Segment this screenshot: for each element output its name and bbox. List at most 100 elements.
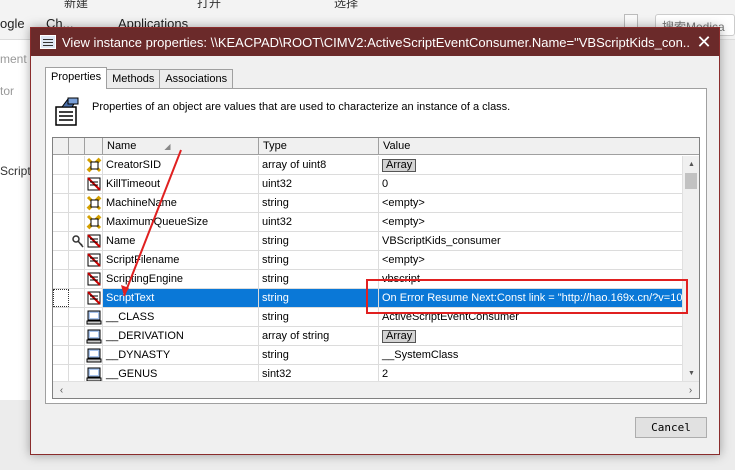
property-value-cell[interactable]: Array [379, 156, 683, 174]
column-header-name[interactable]: Name ◢ [103, 138, 259, 155]
row-selector[interactable] [53, 232, 69, 250]
row-selector[interactable] [53, 327, 69, 345]
scroll-thumb[interactable] [685, 173, 697, 189]
tab-methods[interactable]: Methods [106, 69, 161, 89]
sort-icon: ◢ [164, 142, 171, 151]
scroll-down-icon[interactable]: ▼ [683, 365, 699, 382]
property-name[interactable]: KillTimeout [103, 175, 259, 193]
column-header-name-label: Name [107, 140, 137, 152]
key-cell [69, 251, 85, 269]
key-cell [69, 156, 85, 174]
read-only-property-icon [85, 213, 103, 231]
column-header-type[interactable]: Type [259, 138, 379, 155]
property-value-cell[interactable]: VBScriptKids_consumer [379, 232, 683, 250]
property-value: __SystemClass [382, 349, 459, 361]
dialog-titlebar[interactable]: View instance properties: \\KEACPAD\ROOT… [31, 28, 719, 56]
property-name[interactable]: __DERIVATION [103, 327, 259, 345]
property-type: string [259, 308, 379, 326]
cancel-button[interactable]: Cancel [635, 417, 707, 438]
read-only-property-icon [85, 194, 103, 212]
property-type: string [259, 289, 379, 307]
property-type: string [259, 194, 379, 212]
key-cell [69, 346, 85, 364]
background-sidebar: ment tor ScriptK [0, 40, 39, 400]
key-cell [69, 232, 85, 250]
scroll-right-icon[interactable]: › [682, 382, 699, 398]
property-row[interactable]: __DYNASTY string __SystemClass [53, 346, 683, 365]
properties-description: Properties of an object are values that … [92, 101, 511, 113]
header-spacer [53, 138, 69, 155]
row-selector[interactable] [53, 251, 69, 269]
property-type: uint32 [259, 175, 379, 193]
background-text: 打开 [197, 0, 222, 10]
background-text: 选择 [334, 0, 359, 10]
property-name[interactable]: __CLASS [103, 308, 259, 326]
grid-header: Name ◢ Type Value [53, 138, 699, 155]
property-row[interactable]: CreatorSID array of uint8 Array [53, 156, 683, 175]
tab-properties[interactable]: Properties [45, 67, 108, 89]
property-name[interactable]: __DYNASTY [103, 346, 259, 364]
background-close-icon[interactable] [624, 14, 638, 28]
property-type: string [259, 270, 379, 288]
key-cell [69, 175, 85, 193]
background-tab[interactable]: ogle [0, 16, 25, 31]
property-type: array of string [259, 327, 379, 345]
dialog-title: View instance properties: \\KEACPAD\ROOT… [62, 34, 689, 50]
properties-info-icon [55, 97, 79, 126]
property-value: <empty> [382, 254, 425, 266]
key-cell [69, 194, 85, 212]
row-selector[interactable] [53, 346, 69, 364]
property-name[interactable]: ScriptingEngine [103, 270, 259, 288]
property-row[interactable]: MaximumQueueSize uint32 <empty> [53, 213, 683, 232]
window-icon [40, 35, 56, 49]
property-value: 0 [382, 178, 389, 190]
properties-panel: Properties of an object are values that … [45, 88, 707, 404]
background-text: 新建 [64, 0, 89, 10]
property-row[interactable]: KillTimeout uint32 0 [53, 175, 683, 194]
read-only-property-icon [85, 156, 103, 174]
background-text: ment [0, 52, 27, 66]
tab-strip: Properties Methods Associations [45, 67, 234, 89]
property-value-cell[interactable]: 0 [379, 175, 683, 193]
close-button[interactable]: ✕ [689, 28, 719, 56]
property-row[interactable]: Name string VBScriptKids_consumer [53, 232, 683, 251]
property-value-cell[interactable]: <empty> [379, 251, 683, 269]
property-name[interactable]: ScriptFilename [103, 251, 259, 269]
property-value-cell[interactable]: <empty> [379, 213, 683, 231]
tab-associations[interactable]: Associations [159, 69, 234, 89]
property-row[interactable]: MachineName string <empty> [53, 194, 683, 213]
property-type: string [259, 251, 379, 269]
property-icon [85, 270, 103, 288]
horizontal-scrollbar[interactable]: ‹ › [53, 381, 699, 398]
column-header-value[interactable]: Value [379, 138, 699, 155]
row-selector[interactable] [53, 270, 69, 288]
array-button[interactable]: Array [382, 159, 417, 172]
scroll-up-icon[interactable]: ▲ [683, 156, 699, 173]
header-spacer [69, 138, 85, 155]
row-selector[interactable] [53, 213, 69, 231]
property-row[interactable]: __DERIVATION array of string Array [53, 327, 683, 346]
row-selector[interactable] [53, 194, 69, 212]
property-row[interactable]: ScriptFilename string <empty> [53, 251, 683, 270]
property-value: <empty> [382, 197, 425, 209]
row-selector[interactable] [53, 156, 69, 174]
property-value-cell[interactable]: <empty> [379, 194, 683, 212]
property-value-cell[interactable]: __SystemClass [379, 346, 683, 364]
background-text: tor [0, 84, 15, 98]
property-name[interactable]: Name [103, 232, 259, 250]
property-name[interactable]: CreatorSID [103, 156, 259, 174]
scroll-left-icon[interactable]: ‹ [53, 382, 70, 398]
row-selector[interactable] [53, 175, 69, 193]
vertical-scrollbar[interactable]: ▲ ▼ [682, 156, 699, 382]
system-property-icon [85, 346, 103, 364]
array-button[interactable]: Array [382, 330, 417, 343]
property-value-cell[interactable]: Array [379, 327, 683, 345]
row-selector[interactable] [53, 308, 69, 326]
row-selector[interactable] [53, 289, 69, 307]
property-name[interactable]: MaximumQueueSize [103, 213, 259, 231]
property-name[interactable]: ScriptText [103, 289, 259, 307]
header-spacer [85, 138, 103, 155]
key-cell [69, 213, 85, 231]
property-name[interactable]: MachineName [103, 194, 259, 212]
key-cell [69, 308, 85, 326]
